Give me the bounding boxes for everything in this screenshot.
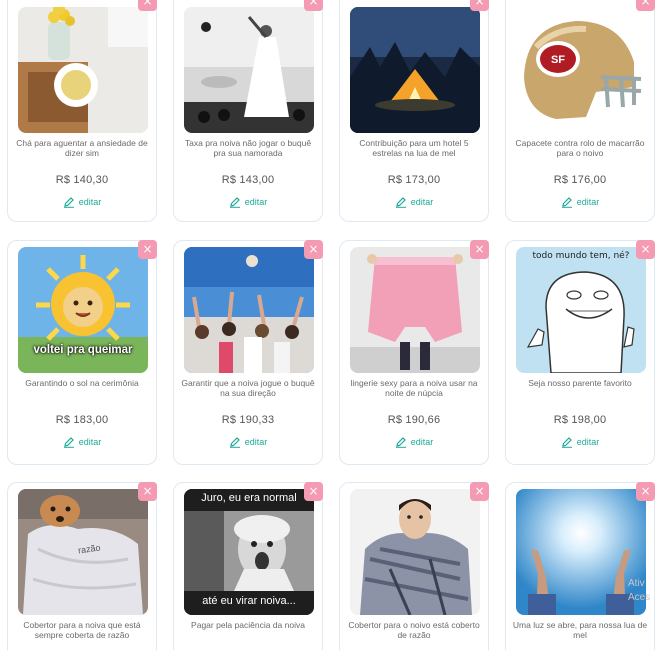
remove-button[interactable]: × xyxy=(636,0,655,11)
pencil-icon xyxy=(229,437,240,448)
gift-title: Cobertor para o noivo está coberto de ra… xyxy=(348,620,480,640)
gift-title: Seja nosso parente favorito xyxy=(528,378,632,388)
tea-image xyxy=(18,7,148,133)
edit-link[interactable]: editar xyxy=(8,436,156,448)
gift-card: × Contribuição para um hotel 5 estrelas … xyxy=(339,0,489,222)
remove-button[interactable]: × xyxy=(138,0,157,11)
gift-card: SF × Capacete contra rolo de macarrão pa… xyxy=(505,0,655,222)
gift-title: Chá para aguentar a ansiedade de dizer s… xyxy=(16,138,148,158)
bride-image xyxy=(184,7,314,133)
gift-title: Garantir que a noiva jogue o buquê na su… xyxy=(181,378,315,398)
gift-price: R$ 190,33 xyxy=(221,414,275,426)
gift-price: R$ 140,30 xyxy=(55,174,109,186)
remove-button[interactable]: × xyxy=(470,482,489,501)
pencil-icon xyxy=(229,197,240,208)
gift-title: Cobertor para a noiva que está sempre co… xyxy=(23,620,141,640)
gift-card: × Uma luz se abre, para nossa lua de mel xyxy=(505,482,655,650)
screaming-bride-image: Juro, eu era normal até eu virar noiva..… xyxy=(184,489,314,615)
edit-link[interactable]: editar xyxy=(506,436,654,448)
gift-grid: × Chá para aguentar a ansiedade de dizer… xyxy=(0,0,659,650)
gift-price: R$ 183,00 xyxy=(55,414,109,426)
remove-button[interactable]: × xyxy=(304,482,323,501)
edit-link[interactable]: editar xyxy=(8,196,156,208)
remove-button[interactable]: × xyxy=(470,0,489,11)
gift-title: Taxa pra noiva não jogar o buquê pra sua… xyxy=(184,138,312,158)
image-caption-bottom: até eu virar noiva... xyxy=(202,595,296,607)
remove-button[interactable]: × xyxy=(470,240,489,259)
gift-title: Contribuição para um hotel 5 estrelas na… xyxy=(359,138,469,158)
pencil-icon xyxy=(63,197,74,208)
gift-price: R$ 176,00 xyxy=(553,174,607,186)
gift-price: R$ 143,00 xyxy=(221,174,275,186)
edit-link[interactable]: editar xyxy=(340,196,488,208)
man-blanket-image xyxy=(350,489,480,615)
pencil-icon xyxy=(395,197,406,208)
pencil-icon xyxy=(561,437,572,448)
pencil-icon xyxy=(63,437,74,448)
image-caption: voltei pra queimar xyxy=(33,344,133,356)
remove-button[interactable]: × xyxy=(304,0,323,11)
remove-button[interactable]: × xyxy=(138,482,157,501)
svg-text:SF: SF xyxy=(551,54,565,66)
gift-title: lingerie sexy para a noiva usar na noite… xyxy=(350,378,478,398)
remove-button[interactable]: × xyxy=(636,482,655,501)
edit-link[interactable]: editar xyxy=(174,196,322,208)
gift-card: todo mundo tem, né? × Seja nosso parente… xyxy=(505,240,655,465)
image-caption: todo mundo tem, né? xyxy=(532,251,630,261)
gift-title: Capacete contra rolo de macarrão para o … xyxy=(515,138,645,158)
gift-card: × lingerie sexy para a noiva usar na noi… xyxy=(339,240,489,465)
gift-card: × Garantir que a noiva jogue o buquê na … xyxy=(173,240,323,465)
remove-button[interactable]: × xyxy=(636,240,655,259)
tent-image xyxy=(350,7,480,133)
sun-image: voltei pra queimar xyxy=(18,247,148,373)
bouquet-image xyxy=(184,247,314,373)
edit-link[interactable]: editar xyxy=(340,436,488,448)
gift-price: R$ 190,66 xyxy=(387,414,441,426)
remove-button[interactable]: × xyxy=(304,240,323,259)
lingerie-image xyxy=(350,247,480,373)
gift-title: Uma luz se abre, para nossa lua de mel xyxy=(512,620,648,640)
gift-card: razão × Cobertor para a noiva que está s… xyxy=(7,482,157,650)
gift-title: Garantindo o sol na cerimônia xyxy=(25,378,139,388)
meme-image: todo mundo tem, né? xyxy=(516,247,646,373)
gift-card: × Cobertor para o noivo está coberto de … xyxy=(339,482,489,650)
dog-blanket-image: razão xyxy=(18,489,148,615)
edit-link[interactable]: editar xyxy=(174,436,322,448)
light-image xyxy=(516,489,646,615)
gift-card: × Chá para aguentar a ansiedade de dizer… xyxy=(7,0,157,222)
gift-price: R$ 198,00 xyxy=(553,414,607,426)
pencil-icon xyxy=(395,437,406,448)
gift-price: R$ 173,00 xyxy=(387,174,441,186)
image-caption-top: Juro, eu era normal xyxy=(201,492,297,504)
gift-card: voltei pra queimar × Garantindo o sol na… xyxy=(7,240,157,465)
activation-watermark: Ativ Aces xyxy=(628,578,651,603)
remove-button[interactable]: × xyxy=(138,240,157,259)
gift-card: Juro, eu era normal até eu virar noiva..… xyxy=(173,482,323,650)
gift-title: Pagar pela paciência da noiva xyxy=(191,620,305,630)
pencil-icon xyxy=(561,197,572,208)
helmet-image: SF xyxy=(516,7,646,133)
edit-link[interactable]: editar xyxy=(506,196,654,208)
gift-card: × Taxa pra noiva não jogar o buquê pra s… xyxy=(173,0,323,222)
